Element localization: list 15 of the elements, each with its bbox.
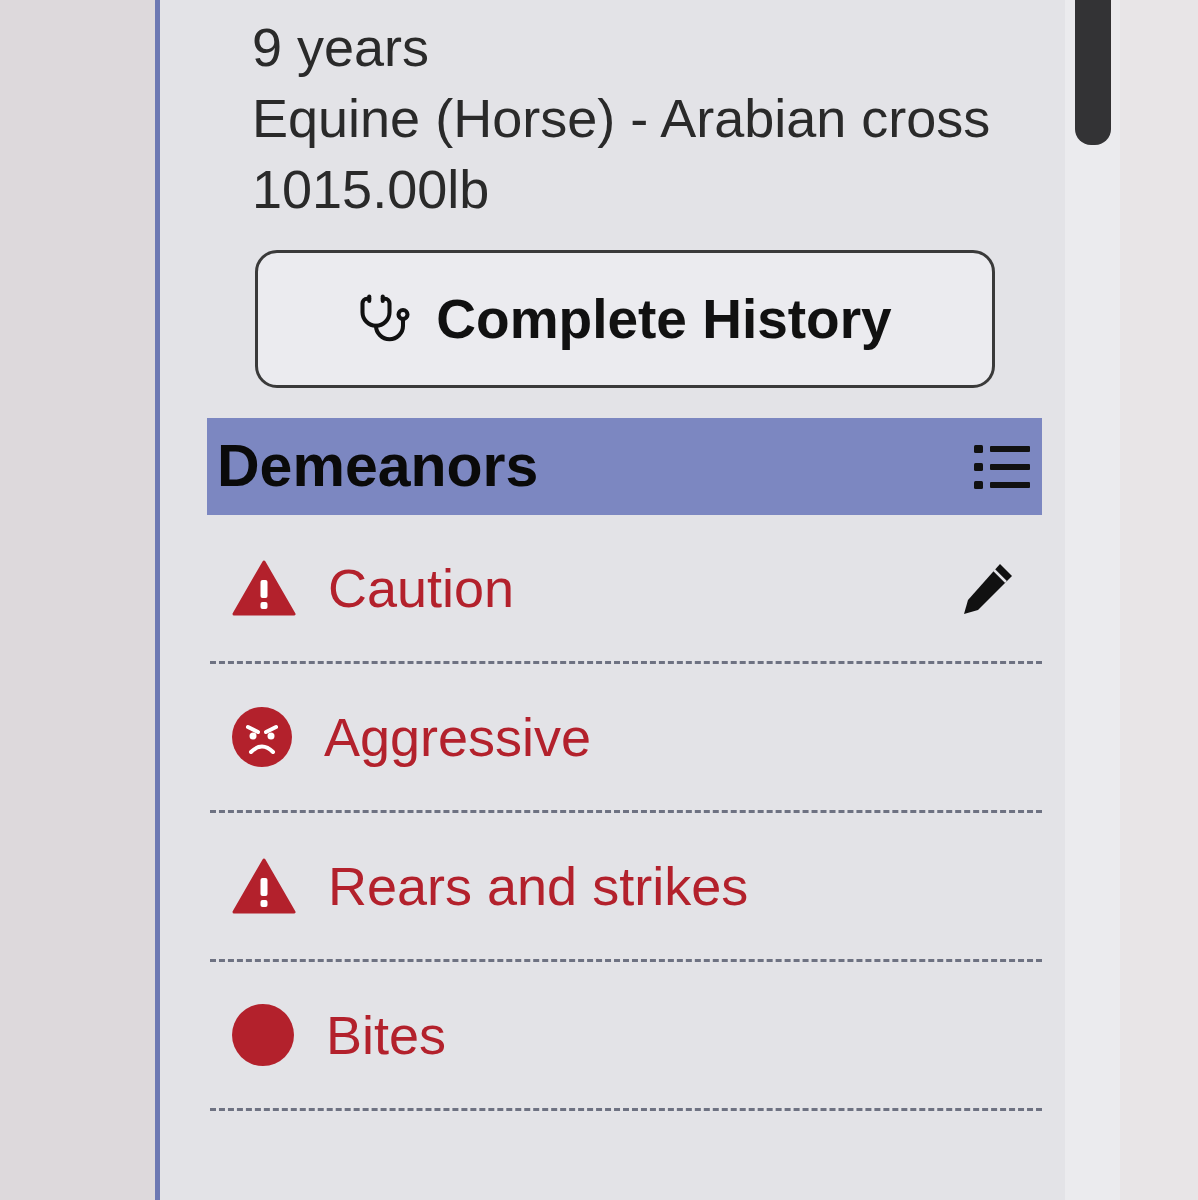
demeanor-label: Caution	[328, 556, 515, 620]
warning-icon	[232, 858, 296, 914]
detail-text: 1015.00lb	[252, 158, 490, 221]
demeanor-label: Bites	[326, 1003, 447, 1067]
dot-icon	[232, 1004, 294, 1066]
demeanor-label: Aggressive	[324, 705, 592, 769]
angry-face-icon	[232, 707, 292, 767]
detail-text: Equine (Horse) - Arabian cross	[252, 87, 991, 150]
section-title: Demeanors	[217, 432, 539, 502]
complete-history-button[interactable]: Complete History	[255, 250, 995, 388]
list-icon[interactable]	[974, 442, 1030, 491]
detail-text: 9 years	[252, 16, 430, 79]
warning-icon	[232, 560, 296, 616]
scrollbar-thumb[interactable]	[1074, 0, 1111, 145]
demeanor-label: Rears and strikes	[328, 854, 749, 918]
